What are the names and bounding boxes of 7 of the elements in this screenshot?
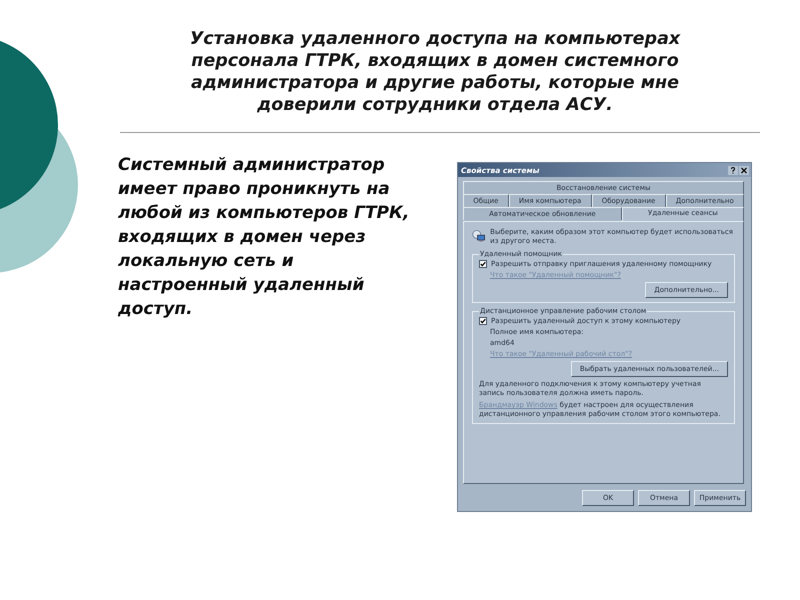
help-icon[interactable] bbox=[728, 166, 738, 174]
checkbox[interactable] bbox=[479, 260, 487, 268]
computers-icon bbox=[472, 228, 486, 244]
slide-title: Установка удаленного доступа на компьютерах персонала ГТРК, входящих в домен системного администратора и другие работы, которые мне доверили сотрудники отдела АСУ. bbox=[188, 28, 682, 116]
close-icon[interactable] bbox=[739, 166, 749, 174]
checkbox[interactable] bbox=[479, 317, 487, 325]
slide-body-text: Системный администратор имеет право проникнуть на любой из компьютеров ГТРК, входящих в домен через локальную сеть и настроенный удаленный доступ. bbox=[118, 154, 410, 321]
